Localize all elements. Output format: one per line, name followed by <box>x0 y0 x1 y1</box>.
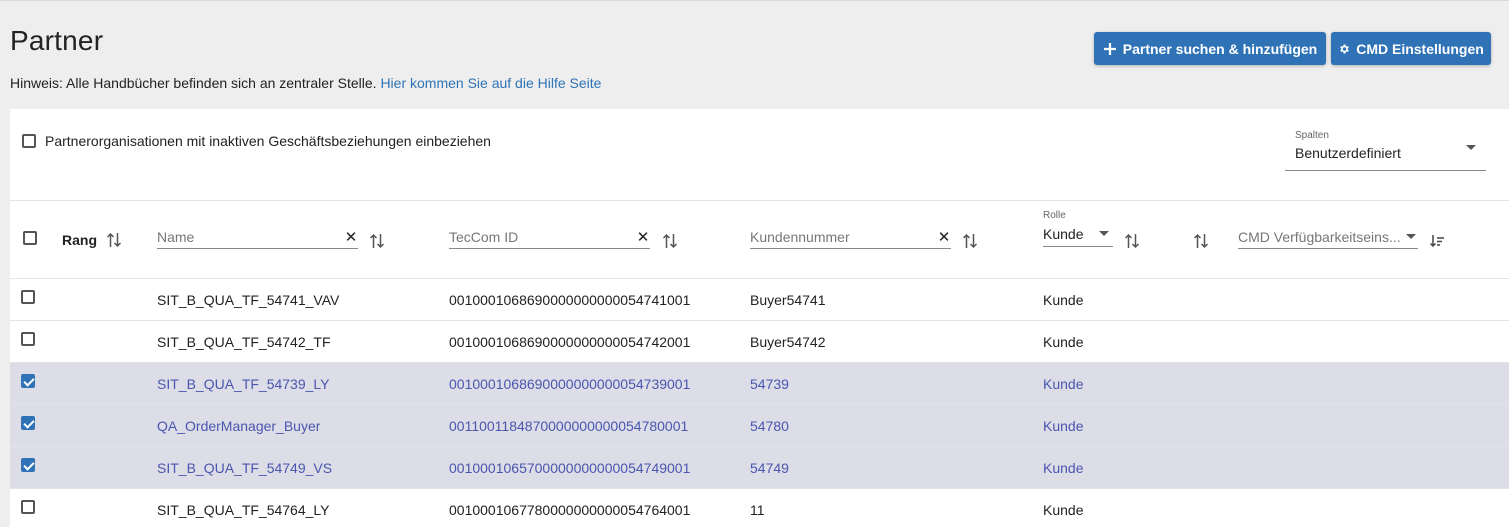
chevron-down-icon <box>1466 145 1476 150</box>
inactive-relations-checkbox[interactable] <box>22 134 36 148</box>
page-title: Partner <box>10 25 104 56</box>
name-sort-icon[interactable] <box>369 232 385 250</box>
customer-number-cell: 54780 <box>750 418 789 434</box>
name-filter-input[interactable]: Name ✕ <box>157 225 358 249</box>
role-cell: Kunde <box>1043 376 1084 392</box>
role-sort-icon[interactable] <box>1124 232 1140 250</box>
rank-header: Rang <box>62 232 97 248</box>
cmd-settings-label: CMD Einstellungen <box>1356 40 1484 57</box>
role-cell: Kunde <box>1043 418 1084 434</box>
partner-name-cell: SIT_B_QUA_TF_54764_LY <box>157 502 330 518</box>
row-checkbox[interactable] <box>21 290 35 304</box>
name-filter-placeholder: Name <box>157 228 195 245</box>
teccom-id-cell: 0010001068690000000000054741001 <box>449 292 691 308</box>
partner-name-cell: QA_OrderManager_Buyer <box>157 418 321 434</box>
columns-select[interactable]: Spalten Benutzerdefiniert <box>1285 123 1486 171</box>
teccom-id-cell: 0010001068690000000000054742001 <box>449 334 691 350</box>
teccom-id-cell: 0010001068690000000000054739001 <box>449 376 691 392</box>
table-header: Rang Name ✕ TecCom ID ✕ Kundennummer ✕ R… <box>10 200 1509 279</box>
help-page-link[interactable]: Hier kommen Sie auf die Hilfe Seite <box>380 75 601 91</box>
plus-icon <box>1103 42 1117 56</box>
partner-name-cell: SIT_B_QUA_TF_54742_TF <box>157 334 331 350</box>
table-row[interactable]: QA_OrderManager_Buyer 0011001184870000000… <box>10 405 1509 447</box>
role-cell: Kunde <box>1043 292 1084 308</box>
role-cell: Kunde <box>1043 502 1084 518</box>
teccom-sort-icon[interactable] <box>662 232 678 250</box>
table-row[interactable]: SIT_B_QUA_TF_54739_LY 0010001068690000000… <box>10 363 1509 405</box>
teccom-id-cell: 0010001067780000000000054764001 <box>449 502 691 518</box>
customer-number-filter-input[interactable]: Kundennummer ✕ <box>750 225 951 249</box>
table-row[interactable]: SIT_B_QUA_TF_54742_TF 0010001068690000000… <box>10 321 1509 363</box>
chevron-down-icon <box>1099 231 1109 236</box>
gear-icon <box>1338 43 1350 55</box>
row-checkbox[interactable] <box>21 416 35 430</box>
partner-name-cell: SIT_B_QUA_TF_54741_VAV <box>157 292 340 308</box>
customer-number-cell: Buyer54741 <box>750 292 826 308</box>
cmd-availability-select[interactable]: CMD Verfügbarkeitseins... <box>1238 225 1418 249</box>
partner-name-cell: SIT_B_QUA_TF_54749_VS <box>157 460 333 476</box>
customer-number-filter-clear-icon[interactable]: ✕ <box>937 228 951 246</box>
inactive-relations-label: Partnerorganisationen mit inaktiven Gesc… <box>45 133 491 149</box>
row-checkbox[interactable] <box>21 374 35 388</box>
role-cell: Kunde <box>1043 460 1084 476</box>
add-partner-label: Partner suchen & hinzufügen <box>1122 40 1318 57</box>
rank-sort-icon[interactable] <box>106 231 122 249</box>
add-partner-button[interactable]: Partner suchen & hinzufügen <box>1094 32 1326 65</box>
role-filter-select[interactable]: Rolle Kunde <box>1043 210 1113 247</box>
table-row[interactable]: SIT_B_QUA_TF_54741_VAV 001000106869000000… <box>10 279 1509 321</box>
chevron-down-icon <box>1406 234 1416 239</box>
partner-table-panel: Partnerorganisationen mit inaktiven Gesc… <box>10 109 1509 527</box>
hint-line: Hinweis: Alle Handbücher befinden sich a… <box>10 75 601 91</box>
inactive-relations-option[interactable]: Partnerorganisationen mit inaktiven Gesc… <box>22 133 491 149</box>
name-filter-clear-icon[interactable]: ✕ <box>344 228 358 246</box>
customer-number-cell: 54749 <box>750 460 789 476</box>
columns-select-value: Benutzerdefiniert <box>1295 145 1401 161</box>
table-row[interactable]: SIT_B_QUA_TF_54764_LY 0010001067780000000… <box>10 489 1509 527</box>
partner-name-cell: SIT_B_QUA_TF_54739_LY <box>157 376 330 392</box>
role-cell: Kunde <box>1043 334 1084 350</box>
customer-number-cell: 54739 <box>750 376 789 392</box>
table-row[interactable]: SIT_B_QUA_TF_54749_VS 0010001065700000000… <box>10 447 1509 489</box>
hint-text: Hinweis: Alle Handbücher befinden sich a… <box>10 75 377 91</box>
customer-number-cell: 11 <box>750 502 765 518</box>
role-filter-value: Kunde <box>1043 225 1084 242</box>
teccom-filter-input[interactable]: TecCom ID ✕ <box>449 225 650 249</box>
cmd-availability-placeholder: CMD Verfügbarkeitseins... <box>1238 228 1401 245</box>
teccom-id-cell: 0011001184870000000000054780001 <box>449 418 689 434</box>
role-filter-label: Rolle <box>1043 210 1066 221</box>
teccom-filter-clear-icon[interactable]: ✕ <box>636 228 650 246</box>
teccom-id-cell: 0010001065700000000000054749001 <box>449 460 691 476</box>
row-checkbox[interactable] <box>21 500 35 514</box>
column-sort-icon[interactable] <box>1193 232 1209 250</box>
teccom-filter-placeholder: TecCom ID <box>449 228 519 245</box>
row-checkbox[interactable] <box>21 458 35 472</box>
sort-descending-icon[interactable] <box>1429 233 1445 249</box>
columns-select-label: Spalten <box>1295 130 1329 141</box>
row-checkbox[interactable] <box>21 332 35 346</box>
customer-number-filter-placeholder: Kundennummer <box>750 228 850 245</box>
customer-number-sort-icon[interactable] <box>962 232 978 250</box>
customer-number-cell: Buyer54742 <box>750 334 826 350</box>
cmd-settings-button[interactable]: CMD Einstellungen <box>1331 32 1491 65</box>
select-all-checkbox[interactable] <box>23 231 37 245</box>
